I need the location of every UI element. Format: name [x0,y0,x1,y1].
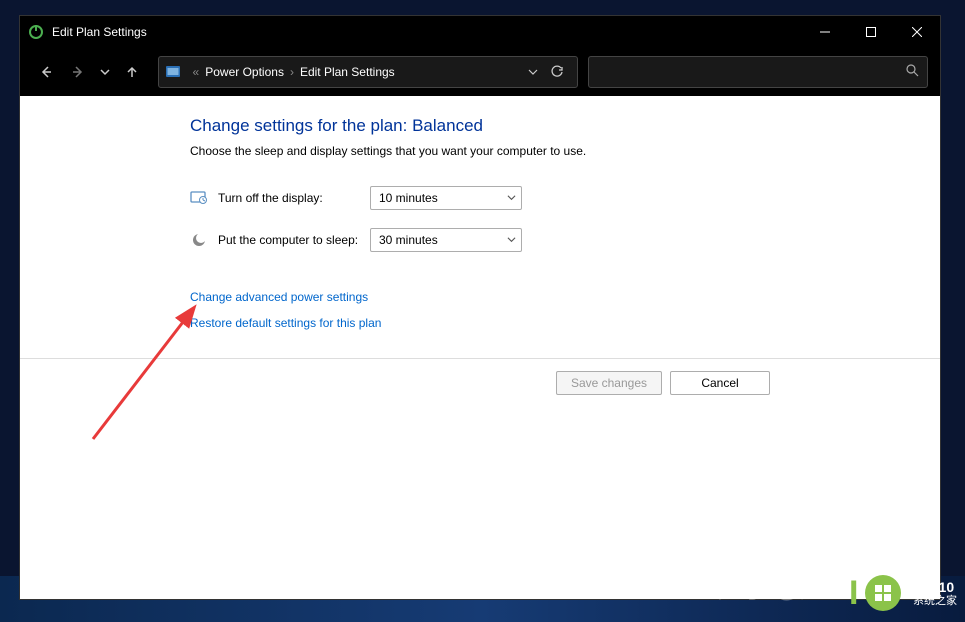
watermark-line1: Win10 [913,579,957,595]
monitor-icon [190,189,208,207]
sleep-value: 30 minutes [379,233,438,247]
link-restore-defaults[interactable]: Restore default settings for this plan [190,316,916,330]
sleep-select[interactable]: 30 minutes [370,228,522,252]
search-input[interactable] [588,56,928,88]
page-subtitle: Choose the sleep and display settings th… [190,144,916,158]
titlebar: Edit Plan Settings [20,16,940,48]
link-advanced-power-settings[interactable]: Change advanced power settings [190,290,916,304]
up-button[interactable] [118,58,146,86]
save-changes-button[interactable]: Save changes [556,371,662,395]
button-bar: Save changes Cancel [20,358,940,407]
chevron-down-icon [507,233,516,247]
display-off-label: Turn off the display: [218,191,370,205]
close-button[interactable] [894,16,940,48]
control-panel-icon [165,64,181,80]
window-title: Edit Plan Settings [52,25,802,39]
breadcrumb-divider: « [193,65,200,79]
search-icon [906,64,919,80]
breadcrumb-power-options[interactable]: Power Options [205,65,284,79]
breadcrumb-edit-plan[interactable]: Edit Plan Settings [300,65,395,79]
address-bar[interactable]: « Power Options › Edit Plan Settings [158,56,578,88]
display-off-select[interactable]: 10 minutes [370,186,522,210]
breadcrumb-separator: › [290,65,294,79]
moon-icon [190,231,208,249]
cancel-button[interactable]: Cancel [670,371,770,395]
address-dropdown-icon[interactable] [523,67,543,77]
watermark-win10: I Win10 系统之家 [849,574,957,612]
power-options-icon [28,24,44,40]
setting-sleep: Put the computer to sleep: 30 minutes [190,228,916,252]
minimize-button[interactable] [802,16,848,48]
recent-locations-button[interactable] [96,58,114,86]
forward-button[interactable] [64,58,92,86]
page-title: Change settings for the plan: Balanced [190,116,916,136]
setting-display-off: Turn off the display: 10 minutes [190,186,916,210]
toolbar: « Power Options › Edit Plan Settings [20,48,940,96]
chevron-down-icon [507,191,516,205]
watermark-line2: 系统之家 [913,595,957,608]
svg-text:I: I [849,574,858,612]
watermark-zhihu: 知乎 @逸「 [718,569,850,604]
refresh-button[interactable] [543,58,571,86]
maximize-button[interactable] [848,16,894,48]
sleep-label: Put the computer to sleep: [218,233,370,247]
display-off-value: 10 minutes [379,191,438,205]
back-button[interactable] [32,58,60,86]
content-area: Change settings for the plan: Balanced C… [20,96,940,599]
edit-plan-settings-window: Edit Plan Settings [19,15,941,600]
